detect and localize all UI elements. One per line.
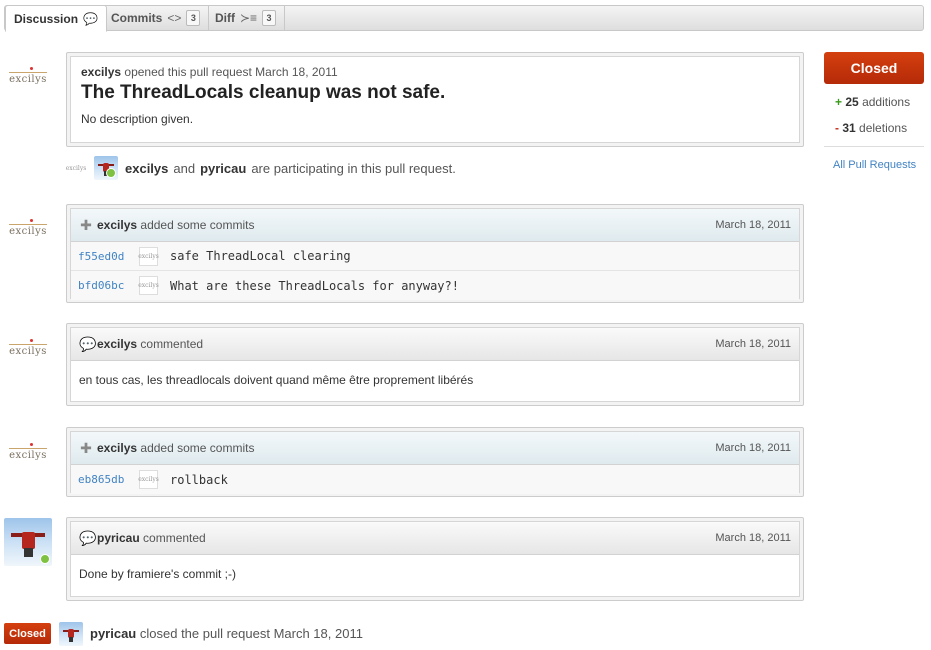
additions-stat: + 25 additions (835, 95, 911, 109)
all-pull-requests-link[interactable]: All Pull Requests (833, 159, 916, 171)
tab-commits[interactable]: Commits <> 3 (103, 5, 210, 31)
author-link[interactable]: pyricau (90, 626, 136, 641)
deletions-count: 31 (842, 121, 856, 135)
event-date: March 18, 2011 (715, 219, 791, 231)
comment-header: 💬 pyricau commented March 18, 2011 (71, 522, 799, 555)
commit-sha-link[interactable]: eb865db (78, 473, 139, 486)
commits-event: ✚ excilys added some commits March 18, 2… (66, 427, 804, 497)
commit-message[interactable]: What are these ThreadLocals for anyway?! (170, 279, 459, 293)
event-header: ✚ excilys added some commits March 18, 2… (71, 209, 799, 242)
plus-icon: ✚ (80, 216, 92, 233)
avatar[interactable]: excilys (4, 207, 52, 255)
commit-row: f55ed0d excilys safe ThreadLocal clearin… (71, 242, 799, 271)
closed-event-text: pyricau closed the pull request March 18… (90, 626, 363, 641)
speech-bubbles-icon: 💬 (83, 11, 98, 26)
code-brackets-icon: <> (167, 11, 182, 25)
participant-avatar-pyricau[interactable] (94, 156, 118, 180)
avatar[interactable]: excilys (4, 55, 52, 103)
excilys-logo: excilys (9, 71, 47, 85)
commit-author-avatar[interactable]: excilys (138, 246, 159, 266)
pull-request-tabs: Discussion 💬 Commits <> 3 Diff ≻≡ 3 (4, 5, 924, 32)
closer-avatar[interactable] (59, 622, 83, 646)
speech-bubble-icon: 💬 (79, 529, 97, 546)
author-link[interactable]: excilys (97, 441, 137, 455)
excilys-logo: excilys (9, 223, 47, 237)
plus-icon: ✚ (80, 439, 92, 456)
opened-date: March 18, 2011 (255, 65, 338, 79)
tab-diff-label: Diff (215, 11, 235, 25)
participants-bar: excilys excilys and pyricau are particip… (66, 155, 456, 181)
comment: 💬 pyricau commented March 18, 2011 Done … (66, 517, 804, 601)
commit-author-avatar[interactable]: excilys (138, 276, 159, 295)
comment-date[interactable]: March 18, 2011 (715, 532, 791, 544)
author-link[interactable]: excilys (81, 65, 121, 79)
avatar[interactable] (4, 518, 52, 566)
tab-commits-label: Commits (111, 11, 163, 25)
opened-line: excilys opened this pull request March 1… (81, 65, 338, 79)
commit-sha-link[interactable]: bfd06bc (78, 279, 139, 292)
participant-avatar-excilys[interactable]: excilys (66, 158, 86, 178)
comment-body: Done by framiere's commit ;-) (79, 567, 236, 581)
commit-row: bfd06bc excilys What are these ThreadLoc… (71, 271, 799, 300)
excilys-logo: excilys (9, 343, 47, 357)
commits-event: ✚ excilys added some commits March 18, 2… (66, 204, 804, 303)
comment-header: 💬 excilys commented March 18, 2011 (71, 328, 799, 361)
participant-pyricau[interactable]: pyricau (200, 161, 246, 176)
diff-icon: ≻≡ (240, 11, 258, 25)
avatar[interactable]: excilys (4, 327, 52, 375)
speech-bubble-icon: 💬 (79, 335, 97, 352)
author-link[interactable]: excilys (97, 337, 137, 351)
excilys-logo: excilys (9, 447, 47, 461)
comment-body: en tous cas, les threadlocals doivent qu… (79, 373, 474, 387)
tab-discussion-label: Discussion (14, 11, 79, 26)
commit-message[interactable]: rollback (170, 473, 228, 487)
commit-message[interactable]: safe ThreadLocal clearing (170, 249, 351, 263)
diff-count: 3 (262, 10, 277, 26)
author-link[interactable]: excilys (97, 218, 137, 232)
closed-state-button: Closed (824, 52, 924, 84)
commit-row: eb865db excilys rollback (71, 465, 799, 494)
page-title: The ThreadLocals cleanup was not safe. (81, 82, 446, 103)
comment-date[interactable]: March 18, 2011 (715, 338, 791, 350)
avatar[interactable]: excilys (4, 431, 52, 479)
tab-discussion[interactable]: Discussion 💬 (5, 5, 107, 32)
author-link[interactable]: pyricau (97, 531, 140, 545)
commit-author-avatar[interactable]: excilys (138, 470, 159, 489)
event-header: ✚ excilys added some commits March 18, 2… (71, 432, 799, 465)
additions-count: 25 (845, 95, 859, 109)
tab-diff[interactable]: Diff ≻≡ 3 (207, 5, 286, 31)
event-date: March 18, 2011 (715, 442, 791, 454)
commits-count: 3 (186, 10, 201, 26)
comment: 💬 excilys commented March 18, 2011 en to… (66, 323, 804, 406)
pull-request-description: excilys opened this pull request March 1… (66, 52, 804, 147)
commit-sha-link[interactable]: f55ed0d (78, 250, 139, 263)
sidebar-divider (824, 146, 924, 147)
pull-request-body: No description given. (81, 112, 194, 126)
deletions-stat: - 31 deletions (835, 121, 908, 135)
participant-excilys[interactable]: excilys (125, 161, 168, 176)
closed-state-badge: Closed (4, 623, 51, 644)
